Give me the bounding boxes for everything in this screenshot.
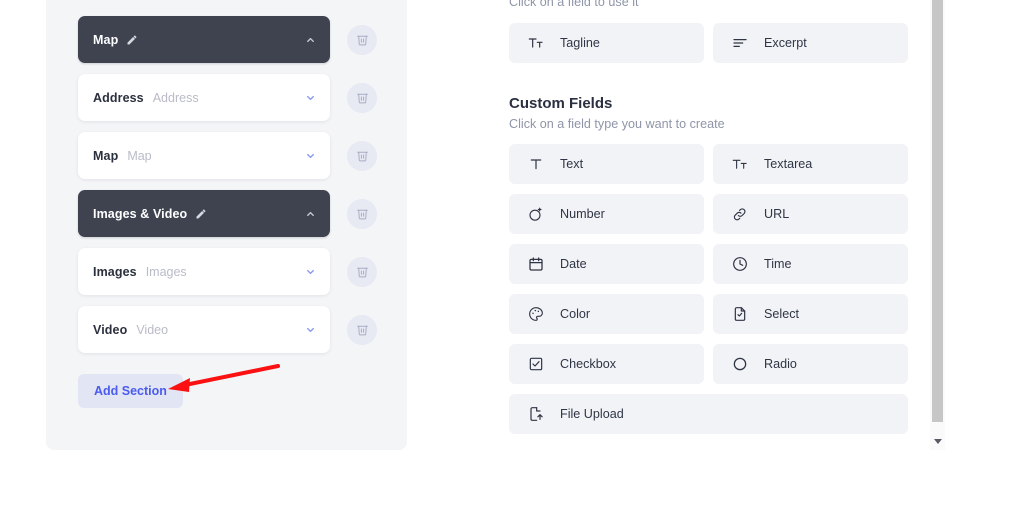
section-builder-panel: Map Address Address Map Map Images & Video Ima… (46, 0, 407, 450)
calendar-icon (528, 256, 544, 272)
section-header-row: Map (78, 16, 378, 63)
use-field-hint: Click on a field to use it (509, 0, 909, 10)
row-label: Images (93, 265, 137, 279)
custom-field-type-button[interactable]: URL (713, 194, 908, 234)
field-label: Time (764, 257, 792, 271)
row-value: Map (127, 149, 151, 163)
field-label: Color (560, 307, 590, 321)
custom-field-type-button[interactable]: Select (713, 294, 908, 334)
field-row: Map Map (78, 132, 378, 179)
custom-fields-title: Custom Fields (509, 95, 909, 112)
trash-icon (356, 149, 369, 162)
custom-field-type-button[interactable]: Text (509, 144, 704, 184)
chevron-down-icon[interactable] (305, 92, 316, 103)
custom-fields-hint: Click on a field type you want to create (509, 117, 909, 131)
existing-field-button[interactable]: Tagline (509, 23, 704, 63)
delete-row-button[interactable] (347, 83, 377, 113)
custom-fields-grid: Text Textarea Number URL Date Time Color Select… (509, 144, 909, 434)
delete-row-button[interactable] (347, 25, 377, 55)
chevron-up-icon[interactable] (305, 208, 316, 219)
chevron-down-icon (934, 439, 942, 444)
existing-field-button[interactable]: Excerpt (713, 23, 908, 63)
chevron-down-icon[interactable] (305, 266, 316, 277)
custom-field-type-button[interactable]: Date (509, 244, 704, 284)
palette-icon (528, 306, 544, 322)
field-label: Checkbox (560, 357, 616, 371)
row-value: Address (153, 91, 199, 105)
pencil-icon[interactable] (126, 34, 138, 46)
vertical-scrollbar[interactable] (930, 0, 945, 450)
trash-icon (356, 207, 369, 220)
row-label: Map (93, 149, 118, 163)
pencil-icon[interactable] (195, 208, 207, 220)
field-card[interactable]: Map Map (78, 132, 330, 179)
row-value: Images (146, 265, 187, 279)
select-doc-icon (732, 306, 748, 322)
delete-row-button[interactable] (347, 257, 377, 287)
field-card[interactable]: Address Address (78, 74, 330, 121)
chevron-up-icon[interactable] (305, 34, 316, 45)
field-label: Tagline (560, 36, 600, 50)
custom-field-type-button[interactable]: Number (509, 194, 704, 234)
trash-icon (356, 265, 369, 278)
field-label: Text (560, 157, 583, 171)
file-upload-icon (528, 406, 544, 422)
delete-row-button[interactable] (347, 315, 377, 345)
add-section-button[interactable]: Add Section (78, 374, 183, 408)
trash-icon (356, 33, 369, 46)
link-icon (732, 206, 748, 222)
field-label: Excerpt (764, 36, 807, 50)
field-label: Textarea (764, 157, 812, 171)
text-icon (528, 156, 544, 172)
field-row: Address Address (78, 74, 378, 121)
radio-icon (732, 356, 748, 372)
delete-row-button[interactable] (347, 141, 377, 171)
row-label: Video (93, 323, 127, 337)
field-label: URL (764, 207, 789, 221)
delete-row-button[interactable] (347, 199, 377, 229)
field-card[interactable]: Video Video (78, 306, 330, 353)
field-row: Video Video (78, 306, 378, 353)
field-label: Number (560, 207, 605, 221)
trash-icon (356, 91, 369, 104)
row-label: Address (93, 91, 144, 105)
scrollbar-down-button[interactable] (930, 433, 945, 450)
field-label: Radio (764, 357, 797, 371)
app-screen: Map Address Address Map Map Images & Video Ima… (0, 0, 1024, 507)
custom-field-type-button[interactable]: Time (713, 244, 908, 284)
field-label: Date (560, 257, 587, 271)
chevron-down-icon[interactable] (305, 324, 316, 335)
custom-field-type-button[interactable]: Checkbox (509, 344, 704, 384)
textarea-icon (732, 156, 748, 172)
field-card[interactable]: Images Images (78, 248, 330, 295)
row-label: Images & Video (93, 207, 187, 221)
text-small-icon (528, 35, 544, 51)
field-row: Images Images (78, 248, 378, 295)
section-list: Map Address Address Map Map Images & Video Ima… (78, 16, 378, 408)
section-header-card[interactable]: Map (78, 16, 330, 63)
chevron-down-icon[interactable] (305, 150, 316, 161)
section-header-card[interactable]: Images & Video (78, 190, 330, 237)
row-value: Video (136, 323, 168, 337)
existing-fields-grid: Tagline Excerpt (509, 23, 909, 63)
clock-icon (732, 256, 748, 272)
scrollbar-thumb[interactable] (932, 0, 943, 422)
paragraph-lines-icon (732, 35, 748, 51)
section-header-row: Images & Video (78, 190, 378, 237)
trash-icon (356, 323, 369, 336)
custom-field-type-button[interactable]: Color (509, 294, 704, 334)
custom-field-type-button[interactable]: Radio (713, 344, 908, 384)
number-icon (528, 206, 544, 222)
field-label: Select (764, 307, 799, 321)
checkbox-icon (528, 356, 544, 372)
fields-library-panel: Click on a field to use it Tagline Excerp… (509, 0, 909, 434)
custom-field-type-button[interactable]: File Upload (509, 394, 908, 434)
field-label: File Upload (560, 407, 624, 421)
custom-field-type-button[interactable]: Textarea (713, 144, 908, 184)
row-label: Map (93, 33, 118, 47)
